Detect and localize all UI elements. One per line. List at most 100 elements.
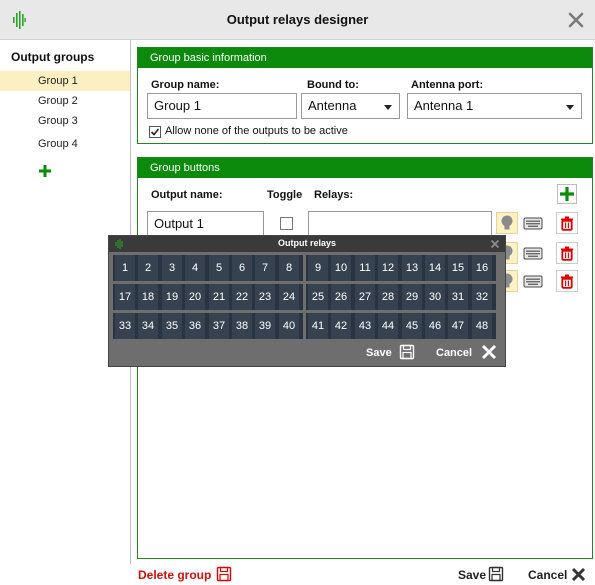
close-icon[interactable] xyxy=(481,344,497,360)
relay-tile[interactable]: 34 xyxy=(138,313,158,339)
relay-tile[interactable]: 40 xyxy=(279,313,299,339)
relay-tile[interactable]: 24 xyxy=(279,284,299,310)
sidebar-item-group-2[interactable]: Group 2 xyxy=(0,91,130,111)
panel-header-buttons: Group buttons xyxy=(138,158,592,178)
sidebar-item-group-4[interactable]: Group 4 xyxy=(0,134,130,154)
window-titlebar: Output relays designer xyxy=(0,0,595,40)
window-title: Output relays designer xyxy=(226,12,369,27)
relay-tile[interactable]: 1 xyxy=(115,255,135,281)
relay-tile[interactable]: 13 xyxy=(402,255,422,281)
trash-icon[interactable] xyxy=(556,212,578,234)
relay-tile[interactable]: 10 xyxy=(331,255,351,281)
relay-tile[interactable]: 5 xyxy=(209,255,229,281)
group-name-input[interactable]: Group 1 xyxy=(147,93,297,119)
trash-icon[interactable] xyxy=(556,270,578,292)
relay-tile[interactable]: 21 xyxy=(209,284,229,310)
relay-tile[interactable]: 48 xyxy=(472,313,492,339)
floppy-disk-icon[interactable] xyxy=(399,344,415,360)
save-button[interactable]: Save xyxy=(458,568,486,582)
close-icon[interactable] xyxy=(490,239,500,249)
relay-tile[interactable]: 16 xyxy=(472,255,492,281)
bound-to-value: Antenna xyxy=(308,98,357,113)
relay-tile[interactable]: 2 xyxy=(138,255,158,281)
relay-tile[interactable]: 44 xyxy=(378,313,398,339)
add-button-plus-icon[interactable] xyxy=(557,184,577,204)
relay-tile[interactable]: 3 xyxy=(162,255,182,281)
panel-header-basic: Group basic information xyxy=(138,48,592,68)
relay-tile[interactable]: 47 xyxy=(448,313,468,339)
allow-none-label: Allow none of the outputs to be active xyxy=(165,125,348,137)
relay-tile[interactable]: 17 xyxy=(115,284,135,310)
relay-tile[interactable]: 8 xyxy=(279,255,299,281)
cancel-button[interactable]: Cancel xyxy=(528,568,567,582)
relay-tile[interactable]: 38 xyxy=(232,313,252,339)
popup-save-button[interactable]: Save xyxy=(366,347,392,359)
group-name-label: Group name: xyxy=(151,79,220,91)
sidebar-title: Output groups xyxy=(11,50,95,64)
antenna-port-select[interactable]: Antenna 1 xyxy=(407,93,582,119)
close-icon[interactable] xyxy=(571,567,586,582)
relay-tile[interactable]: 36 xyxy=(185,313,205,339)
relay-tile[interactable]: 39 xyxy=(255,313,275,339)
trash-icon[interactable] xyxy=(556,242,578,264)
relay-tile[interactable]: 31 xyxy=(448,284,468,310)
checkmark-icon xyxy=(150,128,160,136)
keyboard-icon[interactable] xyxy=(522,242,544,264)
keyboard-icon[interactable] xyxy=(522,212,544,234)
close-icon[interactable] xyxy=(567,11,585,29)
bound-to-label: Bound to: xyxy=(307,79,359,91)
footer-bar: Delete group Save Cancel xyxy=(0,564,595,585)
relay-tile[interactable]: 6 xyxy=(232,255,252,281)
popup-title: Output relays xyxy=(277,238,336,248)
lightbulb-icon xyxy=(501,215,513,230)
relays-label: Relays: xyxy=(314,189,354,201)
toggle-checkbox[interactable] xyxy=(280,217,293,230)
relay-tile[interactable]: 45 xyxy=(402,313,422,339)
relay-tile[interactable]: 12 xyxy=(378,255,398,281)
delete-group-button[interactable]: Delete group xyxy=(138,568,211,582)
relay-tile[interactable]: 7 xyxy=(255,255,275,281)
keyboard-icon[interactable] xyxy=(522,270,544,292)
relay-tile[interactable]: 27 xyxy=(355,284,375,310)
relay-tile[interactable]: 28 xyxy=(378,284,398,310)
relay-tile[interactable]: 22 xyxy=(232,284,252,310)
toggle-label: Toggle xyxy=(267,189,303,201)
relay-tile[interactable]: 30 xyxy=(425,284,445,310)
relay-tile[interactable]: 23 xyxy=(255,284,275,310)
relay-tile[interactable]: 19 xyxy=(162,284,182,310)
add-group-plus-icon[interactable] xyxy=(38,164,52,178)
relay-tile[interactable]: 42 xyxy=(331,313,351,339)
relay-tile[interactable]: 4 xyxy=(185,255,205,281)
relay-tile[interactable]: 14 xyxy=(425,255,445,281)
lightbulb-button[interactable] xyxy=(496,212,518,234)
popup-titlebar: Output relays xyxy=(109,236,505,252)
relay-tile[interactable]: 37 xyxy=(209,313,229,339)
relay-tile[interactable]: 11 xyxy=(355,255,375,281)
allow-none-checkbox[interactable] xyxy=(149,126,161,138)
group-basic-information-panel: Group basic information Group name: Boun… xyxy=(137,47,593,144)
antenna-port-value: Antenna 1 xyxy=(414,98,474,113)
sidebar-item-group-3[interactable]: Group 3 xyxy=(0,111,130,131)
relays-input[interactable] xyxy=(308,211,492,237)
sidebar-item-group-1[interactable]: Group 1 xyxy=(0,71,130,91)
floppy-disk-icon[interactable] xyxy=(488,566,504,582)
relay-tile[interactable]: 46 xyxy=(425,313,445,339)
floppy-disk-delete-icon[interactable] xyxy=(216,566,232,582)
relay-tile[interactable]: 15 xyxy=(448,255,468,281)
relay-tile[interactable]: 32 xyxy=(472,284,492,310)
antenna-port-label: Antenna port: xyxy=(411,79,484,91)
relay-tile[interactable]: 26 xyxy=(331,284,351,310)
relay-tile[interactable]: 35 xyxy=(162,313,182,339)
relay-tile[interactable]: 25 xyxy=(308,284,328,310)
relay-tile[interactable]: 18 xyxy=(138,284,158,310)
relay-tile[interactable]: 33 xyxy=(115,313,135,339)
relay-tile[interactable]: 29 xyxy=(402,284,422,310)
relay-tile[interactable]: 41 xyxy=(308,313,328,339)
relay-tile[interactable]: 9 xyxy=(308,255,328,281)
relay-tile[interactable]: 43 xyxy=(355,313,375,339)
popup-cancel-button[interactable]: Cancel xyxy=(436,347,472,359)
bound-to-select[interactable]: Antenna xyxy=(301,93,400,119)
output-name-input[interactable]: Output 1 xyxy=(147,211,264,237)
relay-tile[interactable]: 20 xyxy=(185,284,205,310)
output-name-label: Output name: xyxy=(151,189,223,201)
